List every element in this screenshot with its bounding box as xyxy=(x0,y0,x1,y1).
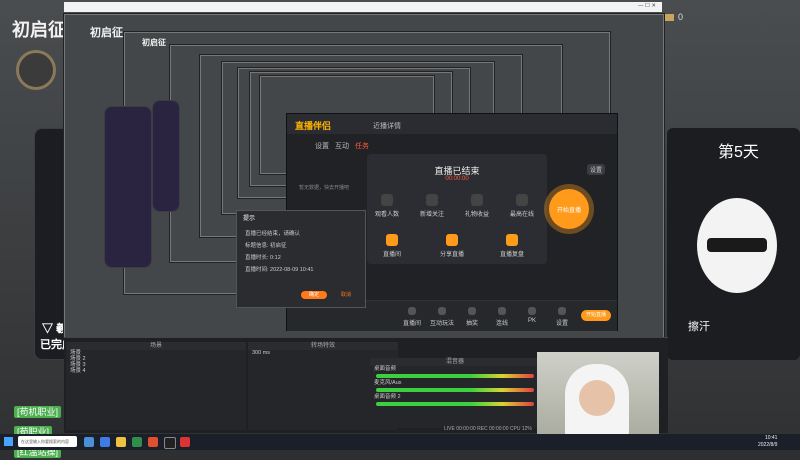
taskbar: 在这里输入你要搜索的内容 10:41 2022/8/9 xyxy=(0,434,800,450)
chat-badge: [苟机职业] xyxy=(14,406,62,418)
viewers-icon xyxy=(381,194,393,206)
emblem-icon xyxy=(16,50,56,90)
user-icon xyxy=(516,194,528,206)
window-titlebar: — ☐ ✕ xyxy=(64,2,662,12)
app-icon[interactable] xyxy=(180,437,190,447)
settings-button[interactable]: 设置 xyxy=(587,164,606,175)
pk-icon xyxy=(528,307,536,315)
live-duration: 00:00:00 xyxy=(445,176,469,182)
inner-card xyxy=(152,100,180,212)
dialog-line: 直播时长: 0:12 xyxy=(245,255,281,261)
mirror-title: 初启征 xyxy=(142,38,166,47)
windows-start-icon[interactable] xyxy=(4,437,13,446)
tool-review[interactable]: 直播复盘 xyxy=(497,234,527,258)
mask-icon xyxy=(707,238,767,252)
mirror-title: 初启征 xyxy=(90,27,123,39)
app-icon[interactable] xyxy=(148,437,158,447)
clock: 10:41 2022/8/9 xyxy=(758,435,777,449)
clock-date: 2022/8/9 xyxy=(758,442,778,448)
room-icon xyxy=(386,234,398,246)
cancel-button[interactable]: 取消 xyxy=(333,291,359,299)
face xyxy=(579,380,615,416)
tab-interact[interactable]: 互动 xyxy=(335,141,349,151)
scenes-header: 场景 xyxy=(66,342,246,350)
start-live-button[interactable]: 开始直播 xyxy=(549,189,589,229)
dialog-title: 提示 xyxy=(243,216,256,222)
folder-icon[interactable] xyxy=(116,437,126,447)
task-view-icon[interactable] xyxy=(84,437,94,447)
scenes-panel: 场景 场景 场景 2 场景 3 场景 4 xyxy=(66,342,246,430)
bottom-tool[interactable]: PK xyxy=(517,307,547,324)
room-icon xyxy=(408,307,416,315)
obs-icon[interactable] xyxy=(164,437,176,449)
mixer-label: 麦克风/Aux xyxy=(374,380,402,386)
coin-count: 0 xyxy=(678,12,684,22)
dialog-line: 直播已经结束，请确认 xyxy=(245,231,301,237)
stat-follow: 新增关注 xyxy=(417,194,447,218)
caption: 擦汗 xyxy=(688,321,710,333)
tab-task[interactable]: 任务 xyxy=(355,141,369,151)
coin-icon xyxy=(664,14,674,21)
review-icon xyxy=(506,234,518,246)
day-label: 第5天 xyxy=(718,144,759,161)
mixer-label: 桌面音频 xyxy=(374,366,397,372)
volume-meter[interactable] xyxy=(376,402,534,406)
volume-meter[interactable] xyxy=(376,374,534,378)
dialog-line: 标题信息: 初启征 xyxy=(245,243,287,249)
bottom-tool[interactable]: 设置 xyxy=(547,307,577,327)
lottery-icon xyxy=(468,307,476,315)
dialog-line: 直播时间: 2022-08-09 10:41 xyxy=(245,267,314,273)
game-icon xyxy=(438,307,446,315)
inner-card xyxy=(104,106,152,268)
gear-icon xyxy=(558,307,566,315)
heart-icon xyxy=(426,194,438,206)
edge-icon[interactable] xyxy=(100,437,110,447)
panel-notice: 暂无数据，快去开播吧 xyxy=(299,185,350,191)
volume-meter[interactable] xyxy=(376,388,534,392)
confirm-button[interactable]: 确定 xyxy=(301,291,327,299)
tool-share[interactable]: 分享直播 xyxy=(437,234,467,258)
bottom-tool[interactable]: 连线 xyxy=(487,307,517,327)
app-icon[interactable] xyxy=(132,437,142,447)
scene-item[interactable]: 场景 4 xyxy=(66,368,246,374)
transition-value[interactable]: 300 ms xyxy=(248,350,398,356)
bottom-tool[interactable]: 互动玩法 xyxy=(427,307,457,327)
bottom-tool[interactable]: 抽奖 xyxy=(457,307,487,327)
stat-viewers: 观看人数 xyxy=(372,194,402,218)
tab-header[interactable]: 近播详情 xyxy=(373,121,401,131)
live-header xyxy=(287,114,617,134)
share-icon xyxy=(446,234,458,246)
tool-room[interactable]: 直播间 xyxy=(377,234,407,258)
gift-icon xyxy=(471,194,483,206)
live-logo: 直播伴侣 xyxy=(295,121,332,131)
transitions-header: 转场特效 xyxy=(248,342,398,350)
stat-gifts: 礼物收益 xyxy=(462,194,492,218)
webcam-view xyxy=(537,352,659,438)
window-controls[interactable]: — ☐ ✕ xyxy=(638,3,656,9)
obs-status: LIVE 00:00:00 REC 00:00:00 CPU 12% xyxy=(444,426,532,432)
tab-settings[interactable]: 设置 xyxy=(315,141,329,151)
page-title: 初启征 xyxy=(12,20,66,40)
live-stats-panel: 直播已结束 00:00:00 观看人数 新增关注 礼物收益 最高在线 直播间 分… xyxy=(367,154,547,264)
end-live-dialog: 提示 直播已经结束，请确认 标题信息: 初启征 直播时长: 0:12 直播时间:… xyxy=(236,210,366,308)
right-character-card[interactable] xyxy=(667,128,800,360)
search-input[interactable]: 在这里输入你要搜索的内容 xyxy=(18,436,77,447)
link-icon xyxy=(498,307,506,315)
stat-online: 最高在线 xyxy=(507,194,537,218)
mixer-label: 桌面音频 2 xyxy=(374,394,401,400)
clock-time: 10:41 xyxy=(764,435,778,441)
chat-list: [苟机职业] [苟职业] [红温站操] xyxy=(14,402,62,460)
bottom-tool[interactable]: 直播间 xyxy=(397,307,427,327)
mixer-header: 混音器 xyxy=(370,358,540,366)
bottom-start-button[interactable]: 开始直播 xyxy=(581,310,611,321)
mixer-panel: 混音器 桌面音频 麦克风/Aux 桌面音频 2 xyxy=(370,358,540,428)
